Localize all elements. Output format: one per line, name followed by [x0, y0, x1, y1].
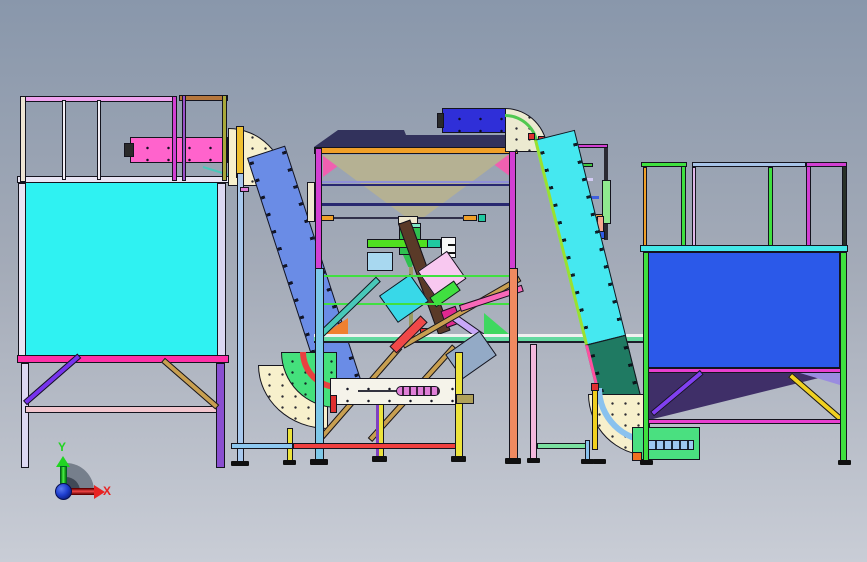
right-rail-magenta-top — [643, 368, 847, 373]
discharge-slats — [648, 440, 694, 450]
left-platform-lower-rail[interactable] — [25, 406, 217, 413]
pole-foot — [231, 461, 249, 466]
right-guard-rail-lightblue[interactable] — [692, 162, 806, 167]
foot — [593, 459, 606, 464]
left-platform-magenta-band[interactable] — [17, 355, 229, 363]
right-guard-rail-magenta[interactable] — [806, 162, 847, 167]
tan-end-block — [456, 394, 474, 404]
right-guard-post-green-a — [681, 166, 686, 246]
right-incline-conveyor-upper[interactable] — [534, 129, 627, 346]
left-platform-brace-tan[interactable] — [161, 357, 220, 410]
yellow-rod — [592, 390, 598, 450]
x-axis-shaft[interactable] — [69, 488, 95, 495]
left-guard-post-3 — [97, 100, 101, 180]
cad-viewport[interactable]: Y X — [0, 0, 867, 562]
foot — [310, 459, 328, 465]
left-platform-deck-trim[interactable] — [17, 176, 229, 183]
left-guard-post-5 — [182, 95, 186, 181]
foot — [527, 458, 540, 463]
right-guard-post-dark — [842, 166, 847, 246]
frame-cream-panel — [307, 182, 315, 222]
foot — [505, 458, 521, 464]
left-curve-yellow-post[interactable] — [236, 126, 244, 178]
left-guard-post-2 — [62, 100, 66, 180]
foot — [451, 456, 466, 462]
left-platform-frame-right — [217, 183, 226, 356]
frame-post-right-lower[interactable] — [509, 268, 518, 460]
auger-shaft — [358, 390, 398, 392]
right-leg-green-right[interactable] — [840, 252, 847, 462]
frame-hopper-funnel[interactable] — [322, 155, 508, 217]
left-guard-post-1 — [20, 96, 26, 182]
triad-origin-sphere[interactable] — [55, 483, 72, 500]
rail-light-blue — [231, 443, 293, 449]
pink-conveyor-motor-cap[interactable] — [124, 143, 134, 157]
frame-orange-block-left — [320, 215, 334, 221]
y-axis-label: Y — [58, 440, 67, 454]
right-guard-post-orange — [643, 167, 647, 246]
frame-orange-block-right — [463, 215, 477, 221]
frame-rail-dark — [320, 203, 514, 206]
top-head-conveyor[interactable] — [442, 108, 506, 133]
incline-support-pole[interactable] — [237, 173, 244, 463]
auger-screw[interactable] — [396, 386, 440, 396]
frame-teal-block — [478, 214, 486, 222]
thin-green-line-1 — [322, 275, 512, 277]
frame-post-left-upper[interactable] — [315, 148, 322, 270]
frame-post-left-lower[interactable] — [315, 268, 324, 460]
left-platform-leg-right[interactable] — [216, 363, 225, 468]
leg-pink — [530, 344, 537, 460]
leg-yellow-mid — [455, 352, 463, 458]
right-guard-post-magenta — [806, 166, 811, 246]
light-blue-box[interactable] — [367, 252, 393, 271]
left-guard-post-4 — [172, 96, 177, 181]
x-axis-label: X — [103, 484, 112, 498]
frame-rail-navy — [320, 184, 512, 186]
left-platform-tank-panel[interactable] — [20, 181, 225, 356]
left-platform-frame-left — [18, 183, 26, 356]
right-leg-green-left[interactable] — [643, 252, 649, 462]
frame-post-right-upper[interactable] — [509, 148, 516, 270]
foot — [838, 460, 851, 465]
right-guard-post-green-b — [768, 167, 773, 246]
foot — [372, 456, 387, 462]
deck-green-gusset — [484, 313, 510, 335]
top-head-motor-cap — [437, 113, 444, 128]
foot — [640, 460, 653, 465]
rail-red — [293, 443, 456, 449]
left-guard-post-6 — [222, 95, 227, 181]
foot — [283, 460, 296, 465]
right-platform-deck-cyan[interactable] — [640, 245, 848, 252]
curve-leg — [585, 440, 590, 460]
frame-orange-beam[interactable] — [314, 147, 518, 154]
right-rail-magenta-bottom — [643, 419, 847, 424]
rod-red-cap — [591, 383, 599, 391]
left-guardrail-brown[interactable] — [179, 95, 228, 101]
pole-pink-clamp — [240, 187, 249, 192]
rail-green-small — [537, 443, 589, 449]
right-platform-blue-panel[interactable] — [646, 252, 840, 368]
pink-feed-conveyor[interactable] — [130, 137, 228, 163]
right-guard-post-lavender — [692, 167, 696, 246]
teal-bar-end — [427, 239, 441, 248]
frame-rail-lavender — [320, 181, 512, 183]
red-vert-part — [330, 395, 337, 413]
left-platform-leg-left[interactable] — [21, 363, 29, 468]
